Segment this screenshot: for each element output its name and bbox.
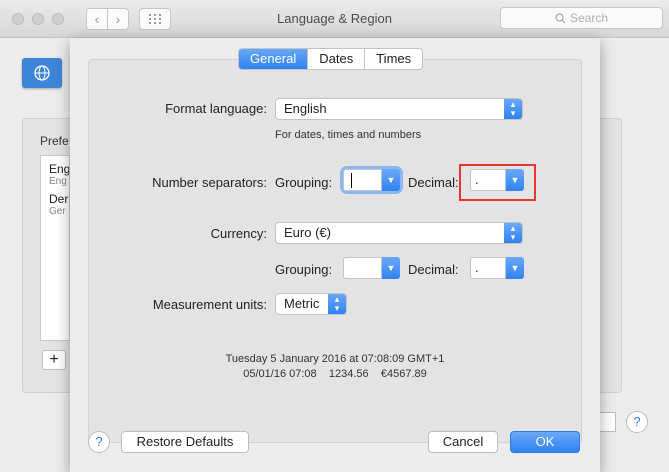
tab-dates[interactable]: Dates xyxy=(308,49,366,69)
background-help-button[interactable]: ? xyxy=(626,411,648,433)
up-down-chevron-icon: ▴ ▾ xyxy=(328,294,346,314)
list-item-sub: Ger xyxy=(49,206,66,217)
currency-grouping-combo[interactable]: ▼ xyxy=(343,257,400,279)
format-language-hint: For dates, times and numbers xyxy=(275,129,422,141)
currency-grouping-input[interactable] xyxy=(343,257,382,279)
format-language-popup[interactable]: English ▴ ▾ xyxy=(275,98,523,120)
tab-bar: General Dates Times xyxy=(238,48,424,70)
globe-icon xyxy=(34,65,50,81)
search-placeholder: Search xyxy=(569,11,609,25)
measurement-units-label: Measurement units: xyxy=(152,297,267,312)
currency-popup[interactable]: Euro (€) ▴ ▾ xyxy=(275,222,523,244)
title-bar: ‹ › Language & Region Search xyxy=(0,0,669,38)
number-decimal-combo[interactable]: . ▼ xyxy=(470,169,524,191)
ok-button[interactable]: OK xyxy=(510,431,580,453)
number-grouping-label: Grouping: xyxy=(275,175,333,190)
currency-value: Euro (€) xyxy=(284,225,331,240)
text-cursor xyxy=(351,173,352,189)
currency-grouping-label: Grouping: xyxy=(275,262,333,277)
search-icon xyxy=(555,12,566,23)
list-item[interactable]: Der xyxy=(41,192,69,206)
measurement-units-popup[interactable]: Metric ▴ ▾ xyxy=(275,293,347,315)
preferred-languages-label: Prefe xyxy=(40,134,69,148)
format-language-value: English xyxy=(284,101,327,116)
help-button[interactable]: ? xyxy=(88,431,110,453)
sample-numbers: 05/01/16 07:08 1234.56 €4567.89 xyxy=(243,368,427,380)
chevron-down-icon[interactable]: ▼ xyxy=(382,169,400,191)
up-down-chevron-icon: ▴ ▾ xyxy=(504,223,522,243)
preferred-languages-list[interactable]: Eng Eng Der Ger xyxy=(40,155,70,341)
tab-times[interactable]: Times xyxy=(365,49,422,69)
number-decimal-label: Decimal: xyxy=(408,175,459,190)
tab-general[interactable]: General xyxy=(239,49,309,69)
preferences-window: ‹ › Language & Region Search Prefe Eng E… xyxy=(0,0,669,472)
number-grouping-input[interactable] xyxy=(343,169,382,191)
sample-date: Tuesday 5 January 2016 at 07:08:09 GMT+1 xyxy=(225,353,445,365)
up-down-chevron-icon: ▴ ▾ xyxy=(504,99,522,119)
cancel-button[interactable]: Cancel xyxy=(428,431,498,453)
chevron-down-icon[interactable]: ▼ xyxy=(382,257,400,279)
chevron-down-icon[interactable]: ▼ xyxy=(506,169,524,191)
chevron-down-icon[interactable]: ▼ xyxy=(506,257,524,279)
currency-decimal-input[interactable]: . xyxy=(470,257,506,279)
currency-decimal-combo[interactable]: . ▼ xyxy=(470,257,524,279)
currency-decimal-label: Decimal: xyxy=(408,262,459,277)
number-separators-label: Number separators: xyxy=(152,175,267,190)
number-grouping-combo[interactable]: ▼ xyxy=(343,169,400,191)
add-language-button[interactable]: + xyxy=(42,350,66,370)
advanced-sheet: General Dates Times Format language: Eng… xyxy=(70,38,600,472)
un-flag-icon xyxy=(22,58,62,88)
search-field[interactable]: Search xyxy=(500,7,663,29)
measurement-units-value: Metric xyxy=(284,296,320,311)
format-language-label: Format language: xyxy=(165,101,267,116)
currency-label: Currency: xyxy=(210,226,267,241)
list-item[interactable]: Eng xyxy=(41,162,69,176)
restore-defaults-button[interactable]: Restore Defaults xyxy=(121,431,249,453)
number-decimal-input[interactable]: . xyxy=(470,169,506,191)
advanced-button[interactable] xyxy=(598,412,616,432)
list-item-sub: Eng xyxy=(49,176,67,187)
